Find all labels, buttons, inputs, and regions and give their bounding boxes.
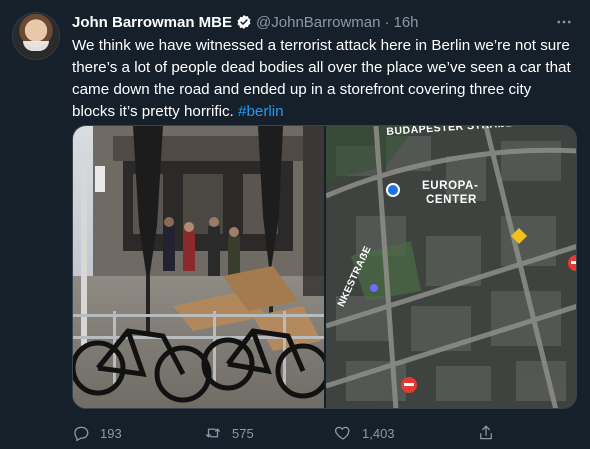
hashtag-link[interactable]: #berlin (238, 103, 284, 120)
more-options-icon[interactable] (554, 12, 574, 32)
map-label-europa-line2: CENTER (426, 194, 477, 206)
media-grid: BUDAPESTER STRAẞE EUROPA- CENTER NKESTRA… (72, 125, 577, 409)
share-button[interactable] (477, 423, 495, 443)
user-handle[interactable]: @JohnBarrowman (256, 14, 380, 31)
retweet-button[interactable]: 575 (204, 423, 254, 443)
satellite-map[interactable]: BUDAPESTER STRAẞE EUROPA- CENTER NKESTRA… (326, 126, 576, 408)
tweet-header: John Barrowman MBE @JohnBarrowman · 16h (72, 12, 419, 32)
tweet-text: We think we have witnessed a terrorist a… (72, 35, 577, 123)
verified-badge-icon (236, 14, 252, 30)
heart-icon (334, 426, 350, 440)
display-name[interactable]: John Barrowman MBE (72, 14, 232, 31)
reply-count: 193 (100, 425, 122, 441)
tweet-actions: 193 575 1,403 (72, 423, 577, 443)
map-label-europa-line1: EUROPA- (422, 180, 479, 192)
reply-button[interactable]: 193 (72, 423, 122, 443)
retweet-icon (205, 428, 221, 438)
tweet-timestamp[interactable]: 16h (393, 14, 418, 31)
street-photo[interactable] (73, 126, 324, 408)
retweet-count: 575 (232, 425, 254, 441)
avatar[interactable] (12, 12, 60, 60)
reply-icon (74, 426, 89, 442)
tweet-body: We think we have witnessed a terrorist a… (72, 37, 571, 120)
like-button[interactable]: 1,403 (334, 423, 395, 443)
share-icon (480, 425, 492, 440)
like-count: 1,403 (362, 425, 395, 441)
tweet[interactable]: John Barrowman MBE @JohnBarrowman · 16h … (0, 0, 590, 449)
separator-dot: · (384, 13, 390, 31)
